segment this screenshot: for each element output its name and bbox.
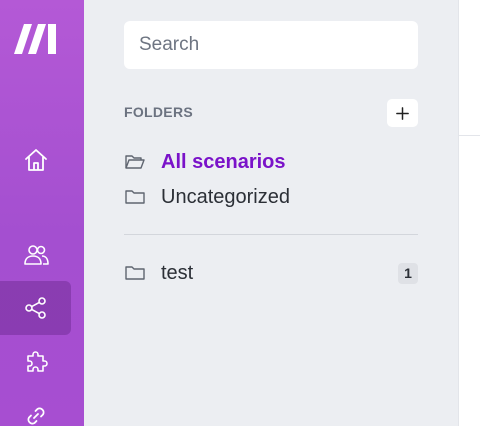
folders-panel: FOLDERS All scenarios Uncategorized test…: [84, 0, 458, 426]
folders-heading: FOLDERS: [124, 104, 193, 120]
app-sidebar: [0, 0, 84, 426]
main-content-edge: [458, 0, 480, 426]
make-logo-icon[interactable]: [12, 22, 60, 56]
folder-item-test[interactable]: test 1: [124, 258, 418, 288]
divider: [124, 234, 418, 235]
main-header-edge: [459, 0, 480, 136]
folder-item-all-scenarios[interactable]: All scenarios: [124, 147, 418, 177]
sidebar-item-scenarios[interactable]: [0, 281, 71, 335]
add-folder-button[interactable]: [387, 99, 418, 127]
search-input[interactable]: [124, 21, 418, 69]
home-icon: [24, 149, 47, 171]
folder-label: Uncategorized: [161, 185, 290, 208]
scenario-count-badge: 1: [398, 262, 418, 284]
folder-open-icon: [125, 155, 145, 169]
share-icon: [24, 297, 46, 319]
users-icon: [23, 245, 49, 265]
folder-icon: [125, 190, 145, 204]
sidebar-item-apps[interactable]: [0, 335, 71, 389]
plus-icon: [396, 106, 409, 120]
puzzle-icon: [26, 351, 48, 372]
folder-item-uncategorized[interactable]: Uncategorized: [124, 182, 418, 212]
folder-icon: [125, 266, 145, 280]
folder-label: All scenarios: [161, 150, 286, 173]
sidebar-item-connections[interactable]: [0, 389, 71, 443]
sidebar-item-team[interactable]: [0, 228, 71, 282]
folder-label: test: [161, 261, 194, 284]
sidebar-item-home[interactable]: [0, 133, 71, 187]
